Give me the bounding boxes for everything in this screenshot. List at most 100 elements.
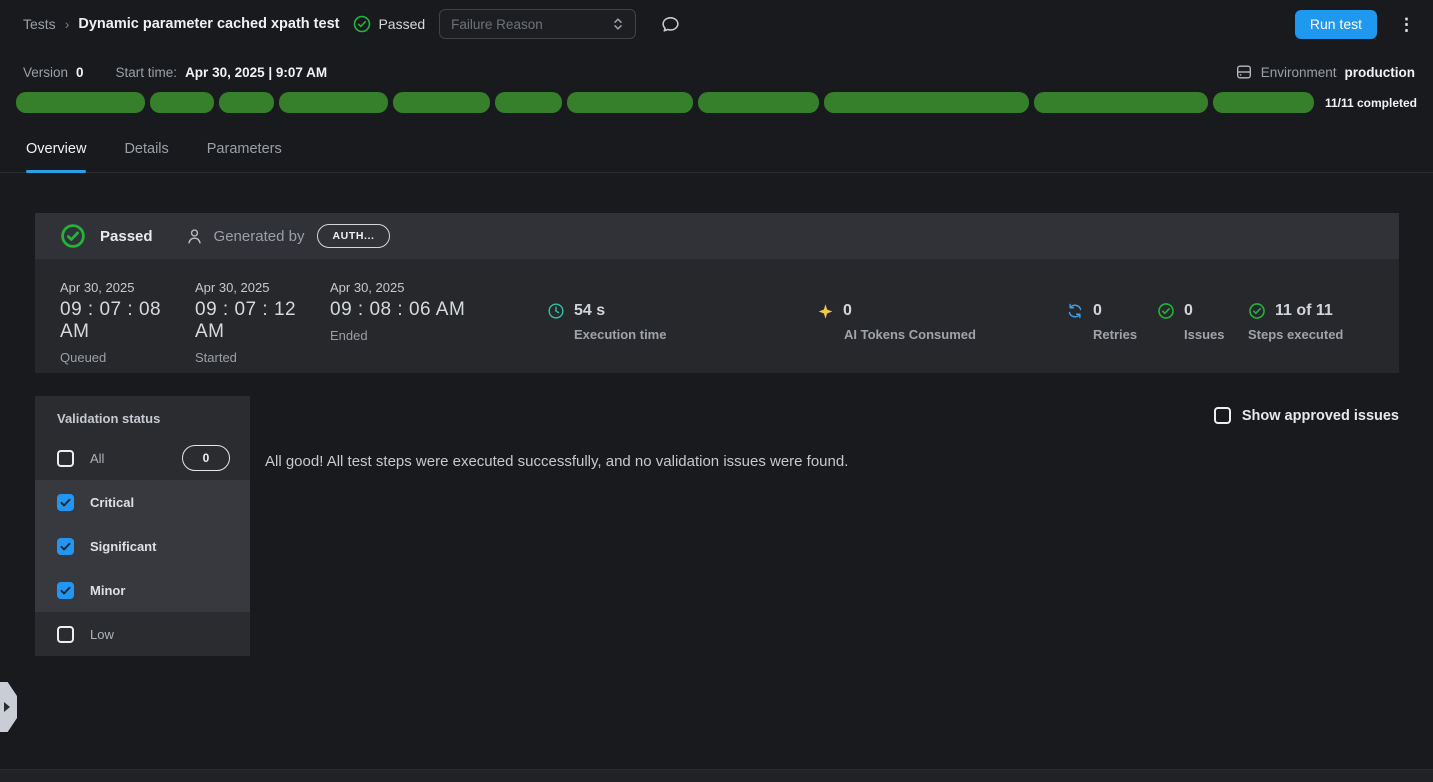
started-date: Apr 30, 2025	[195, 280, 330, 295]
checkbox-icon[interactable]	[57, 626, 74, 643]
steps-executed-label: Steps executed	[1248, 327, 1343, 342]
chevron-up-down-icon	[610, 16, 626, 32]
show-approved-issues-toggle[interactable]: Show approved issues	[1214, 407, 1399, 424]
status-badge: Passed	[353, 15, 425, 33]
checkbox-icon[interactable]	[57, 494, 74, 511]
steps-executed-value: 11 of 11	[1275, 302, 1333, 320]
check-circle-icon	[1248, 302, 1266, 320]
triangle-right-icon	[4, 702, 10, 712]
ai-tokens-value: 0	[843, 302, 852, 320]
check-circle-icon	[1157, 302, 1175, 320]
progress-row: 11/11 completed	[16, 92, 1417, 113]
progress-segment	[393, 92, 490, 113]
validation-status-panel: Validation status All 0 Critical Signific…	[35, 396, 250, 656]
summary-card-header: Passed Generated by AUTH...	[35, 213, 1399, 259]
check-circle-icon	[353, 15, 371, 33]
filter-option-label: Significant	[90, 539, 156, 554]
environment-group: Environment production	[1235, 63, 1415, 81]
progress-segment	[698, 92, 819, 113]
ended-time: 09 : 08 : 06 AM	[330, 299, 547, 321]
checkbox-icon[interactable]	[57, 538, 74, 555]
top-bar: Tests › Dynamic parameter cached xpath t…	[0, 0, 1433, 48]
progress-segment	[824, 92, 1029, 113]
queued-label: Queued	[60, 350, 195, 365]
metric-execution-time: 54 s Execution time	[547, 280, 817, 373]
filter-option-label: Critical	[90, 495, 134, 510]
tab-parameters[interactable]: Parameters	[207, 132, 282, 172]
start-time-label: Start time:	[116, 65, 178, 80]
filter-option-label: Low	[90, 627, 114, 642]
all-count-badge: 0	[182, 445, 230, 471]
progress-segment	[219, 92, 274, 113]
progress-bar[interactable]	[16, 92, 1314, 113]
check-circle-icon	[60, 223, 86, 249]
person-icon	[185, 227, 204, 246]
progress-completed-text: 11/11 completed	[1325, 96, 1417, 110]
filter-option-low[interactable]: Low	[35, 612, 250, 656]
metric-steps-executed: 11 of 11 Steps executed	[1248, 280, 1343, 373]
timestamp-started: Apr 30, 2025 09 : 07 : 12 AM Started	[195, 280, 330, 373]
retries-label: Retries	[1093, 327, 1157, 342]
summary-card-body: Apr 30, 2025 09 : 07 : 08 AM Queued Apr …	[35, 259, 1399, 373]
breadcrumb-tests[interactable]: Tests	[23, 16, 56, 32]
expand-panel-handle[interactable]	[0, 682, 17, 732]
timestamp-ended: Apr 30, 2025 09 : 08 : 06 AM Ended	[330, 280, 547, 373]
progress-segment	[1213, 92, 1314, 113]
started-label: Started	[195, 350, 330, 365]
checkbox-icon[interactable]	[57, 582, 74, 599]
issues-label: Issues	[1184, 327, 1248, 342]
metric-ai-tokens: 0 AI Tokens Consumed	[817, 280, 1066, 373]
all-good-message: All good! All test steps were executed s…	[265, 453, 1393, 470]
progress-segment	[1034, 92, 1207, 113]
checkbox-icon[interactable]	[1214, 407, 1231, 424]
run-test-button[interactable]: Run test	[1295, 10, 1377, 39]
ended-label: Ended	[330, 328, 547, 343]
ended-date: Apr 30, 2025	[330, 280, 547, 295]
generated-by-label: Generated by	[214, 228, 305, 245]
ai-tokens-label: AI Tokens Consumed	[844, 327, 1066, 342]
issues-value: 0	[1184, 302, 1193, 320]
progress-segment	[16, 92, 145, 113]
start-time-value: Apr 30, 2025 | 9:07 AM	[185, 65, 327, 80]
status-text: Passed	[378, 16, 425, 32]
tab-bar: Overview Details Parameters	[0, 132, 1433, 173]
filter-option-all[interactable]: All 0	[35, 436, 250, 480]
checkbox-icon[interactable]	[57, 450, 74, 467]
started-time: 09 : 07 : 12 AM	[195, 299, 330, 343]
start-time-group: Start time: Apr 30, 2025 | 9:07 AM	[116, 65, 328, 80]
retries-value: 0	[1093, 302, 1102, 320]
progress-segment	[279, 92, 388, 113]
version-group: Version 0	[23, 65, 84, 80]
metric-retries: 0 Retries	[1066, 280, 1157, 373]
summary-card: Passed Generated by AUTH... Apr 30, 2025…	[35, 213, 1399, 373]
version-value: 0	[76, 65, 84, 80]
filter-option-critical[interactable]: Critical	[35, 480, 250, 524]
queued-date: Apr 30, 2025	[60, 280, 195, 295]
progress-segment	[495, 92, 562, 113]
summary-status-text: Passed	[100, 228, 153, 245]
progress-segment	[567, 92, 693, 113]
tab-details[interactable]: Details	[124, 132, 168, 172]
tab-overview[interactable]: Overview	[26, 132, 86, 172]
failure-reason-placeholder: Failure Reason	[451, 17, 543, 32]
execution-time-label: Execution time	[574, 327, 817, 342]
filter-option-label: Minor	[90, 583, 125, 598]
bottom-bar	[0, 769, 1433, 782]
timestamp-queued: Apr 30, 2025 09 : 07 : 08 AM Queued	[60, 280, 195, 373]
queued-time: 09 : 07 : 08 AM	[60, 299, 195, 343]
filter-option-minor[interactable]: Minor	[35, 568, 250, 612]
filter-option-significant[interactable]: Significant	[35, 524, 250, 568]
meta-row: Version 0 Start time: Apr 30, 2025 | 9:0…	[23, 59, 1415, 85]
refresh-icon	[1066, 302, 1084, 320]
sparkle-icon	[817, 303, 834, 320]
generated-by-badge[interactable]: AUTH...	[317, 224, 389, 248]
comment-icon[interactable]	[660, 14, 681, 35]
show-approved-issues-label: Show approved issues	[1242, 408, 1399, 424]
environment-value: production	[1345, 65, 1416, 80]
server-icon	[1235, 63, 1253, 81]
failure-reason-select[interactable]: Failure Reason	[439, 9, 636, 39]
validation-status-title: Validation status	[35, 396, 250, 436]
page-title: Dynamic parameter cached xpath test	[78, 16, 339, 32]
kebab-menu-icon[interactable]: ⋮	[1398, 16, 1415, 33]
environment-label: Environment	[1261, 65, 1337, 80]
